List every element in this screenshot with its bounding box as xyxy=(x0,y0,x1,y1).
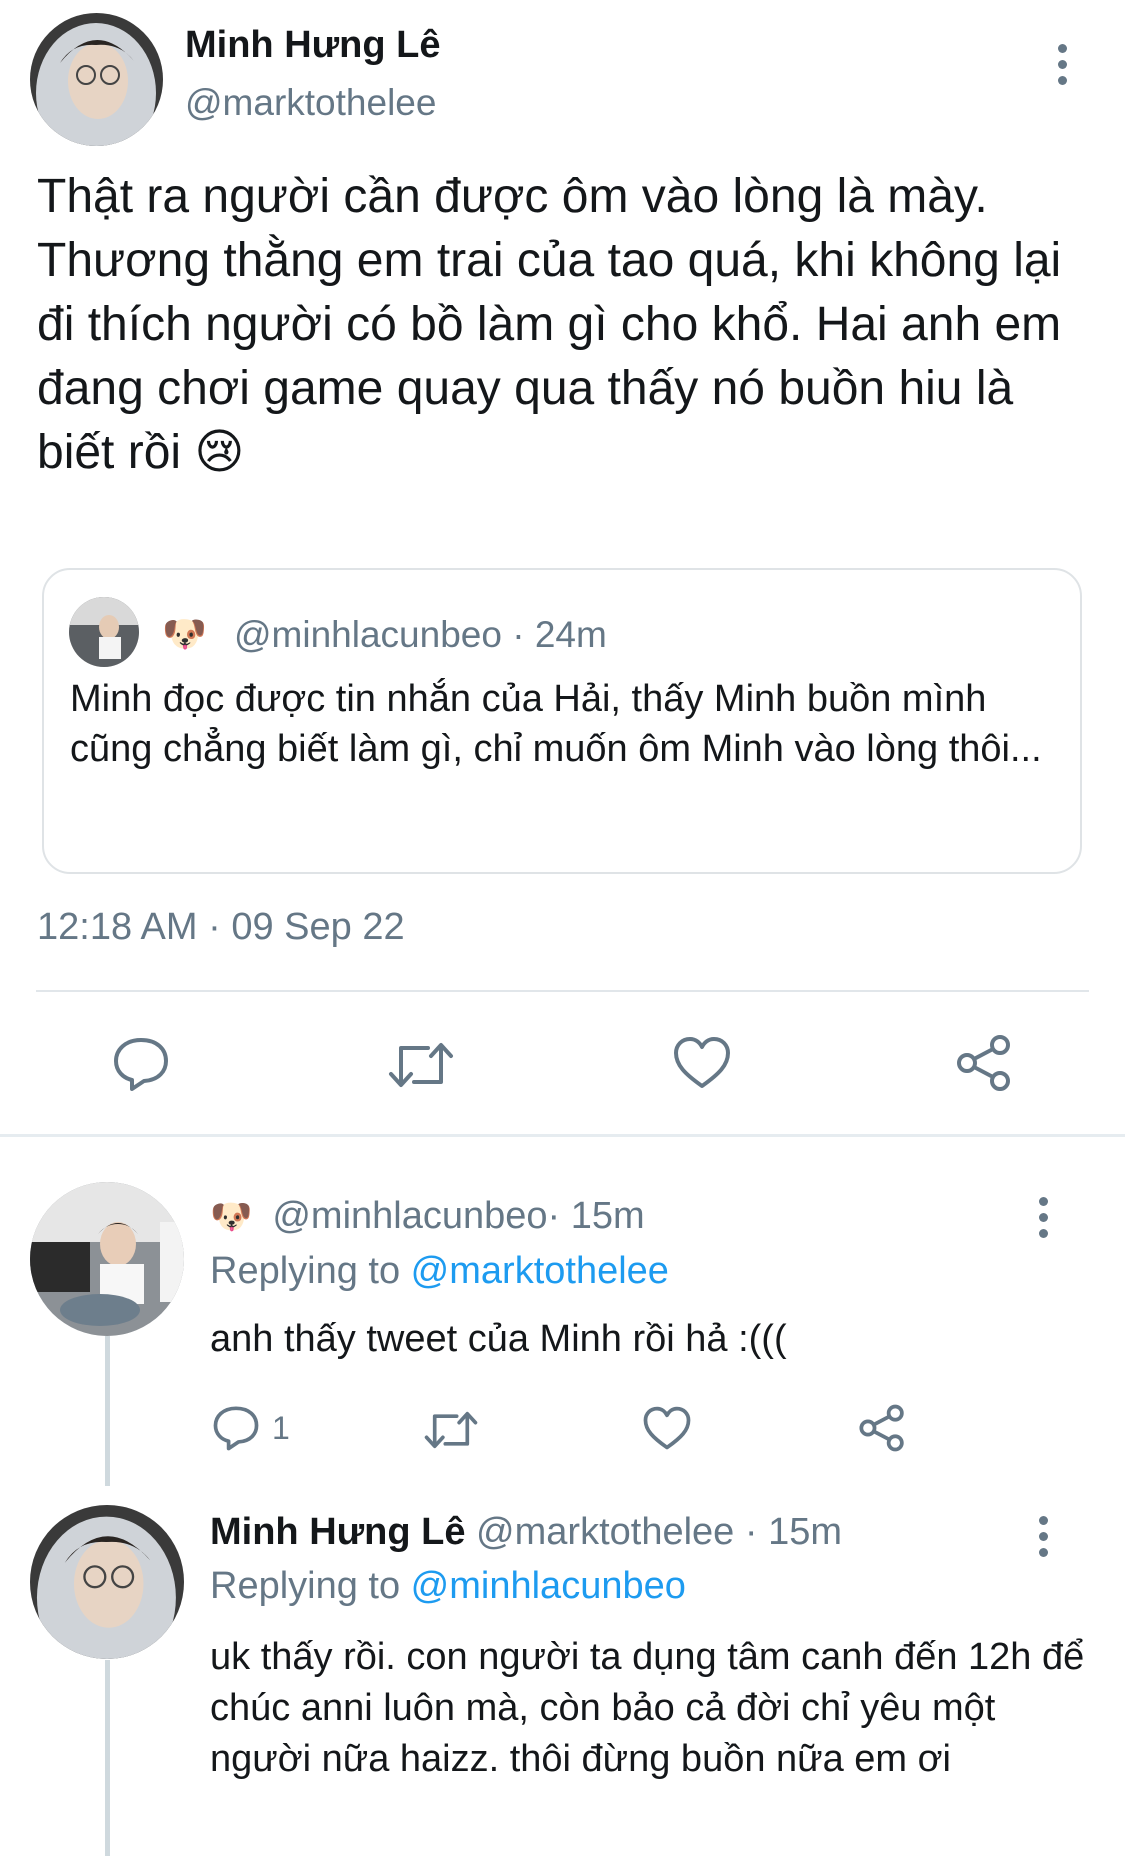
reply1-time: · 15m xyxy=(547,1195,645,1237)
reply-icon xyxy=(213,1406,259,1451)
main-author-avatar[interactable] xyxy=(30,13,163,146)
like-button[interactable] xyxy=(673,1036,731,1090)
reply1-reply-count: 1 xyxy=(272,1409,290,1446)
share-icon xyxy=(859,1404,904,1452)
retweet-icon xyxy=(389,1043,453,1087)
reply2-header[interactable]: Minh Hưng Lê @marktothelee · 15m xyxy=(210,1511,842,1554)
reply2-text: uk thấy rồi. con người ta dụng tâm canh … xyxy=(210,1636,1085,1780)
reply1-handle[interactable]: @minhlacunbeo xyxy=(272,1195,547,1238)
main-author-handle[interactable]: @marktothelee xyxy=(185,82,436,124)
retweet-icon xyxy=(424,1411,478,1449)
section-divider xyxy=(0,1134,1125,1137)
like-icon xyxy=(674,1037,730,1088)
reply2-replying-to-link[interactable]: @minhlacunbeo xyxy=(411,1565,686,1607)
reply2-replying-prefix: Replying to xyxy=(210,1565,411,1607)
main-tweet-text: Thật ra người cần được ôm vào lòng là mà… xyxy=(37,170,1062,479)
reply1-share-button[interactable] xyxy=(858,1404,906,1452)
more-options-icon[interactable] xyxy=(1050,44,1074,85)
reply1-header[interactable]: 🐶 @minhlacunbeo · 15m xyxy=(210,1195,645,1238)
retweet-button[interactable] xyxy=(388,1038,454,1092)
timestamp-divider xyxy=(36,990,1089,992)
reply-icon xyxy=(114,1038,168,1091)
reply2-replying-to: Replying to @minhlacunbeo xyxy=(210,1565,686,1608)
like-icon xyxy=(643,1406,691,1450)
thread-connector-line-lower xyxy=(105,1660,110,1856)
reply-button[interactable] xyxy=(112,1036,170,1092)
dog-emoji-icon: 🐶 xyxy=(210,1197,253,1236)
reply2-more-options-icon[interactable] xyxy=(1031,1516,1055,1557)
reply1-replying-to-link[interactable]: @marktothelee xyxy=(411,1250,669,1292)
reply1-retweet-button[interactable] xyxy=(424,1408,478,1452)
dog-emoji-icon: 🐶 xyxy=(162,613,207,654)
reply2-handle[interactable]: @marktothelee xyxy=(476,1511,734,1553)
reply2-time: · 15m xyxy=(734,1511,842,1553)
tweet-timestamp[interactable]: 12:18 AM · 09 Sep 22 xyxy=(37,906,405,949)
thread-connector-line xyxy=(105,1336,110,1486)
reply1-reply-button[interactable]: 1 xyxy=(212,1405,290,1451)
quoted-time: · 24m xyxy=(501,614,607,655)
quoted-handle-line[interactable]: @minhlacunbeo · 24m xyxy=(234,614,607,656)
reply1-text: anh thấy tweet của Minh rồi hả :((( xyxy=(210,1318,787,1360)
reply2-author-name[interactable]: Minh Hưng Lê xyxy=(210,1511,465,1553)
main-author-name[interactable]: Minh Hưng Lê xyxy=(185,24,440,67)
reply2-author-avatar[interactable] xyxy=(30,1505,184,1659)
share-icon xyxy=(957,1035,1010,1091)
reply1-like-button[interactable] xyxy=(643,1406,691,1451)
quoted-author-avatar xyxy=(69,597,139,667)
quoted-handle[interactable]: @minhlacunbeo xyxy=(234,614,502,655)
reply1-more-options-icon[interactable] xyxy=(1031,1197,1055,1238)
reply1-replying-prefix: Replying to xyxy=(210,1250,411,1292)
quoted-tweet-card[interactable]: 🐶 @minhlacunbeo · 24m Minh đọc được tin … xyxy=(42,568,1082,874)
reply1-replying-to: Replying to @marktothelee xyxy=(210,1250,669,1293)
share-button[interactable] xyxy=(955,1034,1013,1092)
reply1-author-avatar[interactable] xyxy=(30,1182,184,1336)
quoted-tweet-text: Minh đọc được tin nhắn của Hải, thấy Min… xyxy=(70,678,1042,770)
